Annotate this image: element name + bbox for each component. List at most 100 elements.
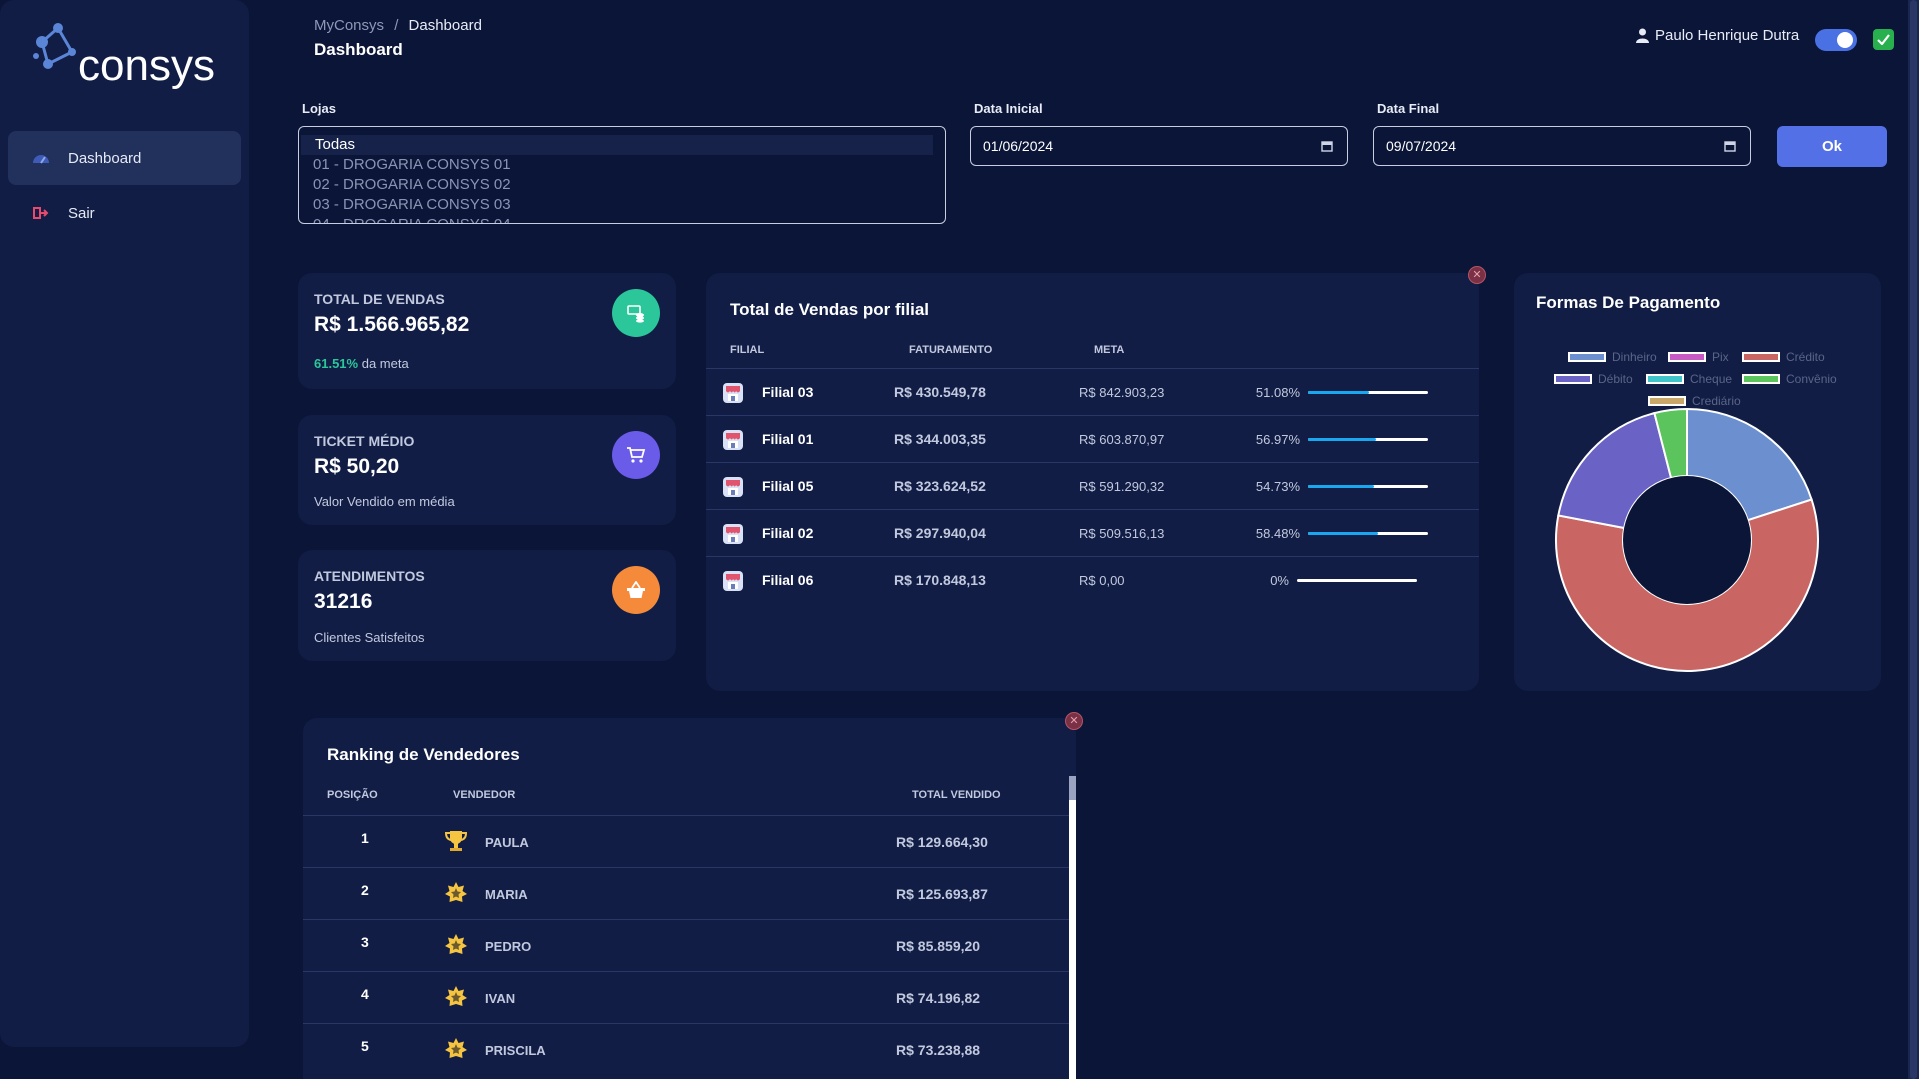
stat-subtitle: Clientes Satisfeitos [314,630,425,645]
store-icon [722,429,744,456]
vendedor-name: PRISCILA [485,1043,546,1058]
progress-percentage: 51.08% [1255,385,1300,400]
ok-button[interactable]: Ok [1777,126,1887,167]
ranking-row[interactable]: 2 MARIA R$ 125.693,87 [303,867,1069,920]
ranking-scrollbar[interactable] [1069,776,1076,1079]
vendedor-name: MARIA [485,887,528,902]
user-info[interactable]: Paulo Henrique Dutra [1636,27,1799,44]
lojas-option[interactable]: 02 - DROGARIA CONSYS 02 [299,175,945,195]
filial-name: Filial 03 [762,384,814,400]
legend-item[interactable]: Pix [1668,350,1729,364]
lojas-option[interactable]: Todas [301,135,933,155]
donut-hole [1623,476,1751,604]
col-faturamento: FATURAMENTO [909,344,993,356]
legend-swatch [1742,374,1780,384]
sidebar-item-sair[interactable]: Sair [8,186,241,240]
progress-percentage: 0% [1270,573,1289,588]
filial-row[interactable]: Filial 01 R$ 344.003,35 R$ 603.870,97 56.97… [706,415,1479,463]
legend-item[interactable]: Convênio [1742,372,1837,386]
store-icon [722,523,744,550]
calendar-icon[interactable] [1321,140,1333,152]
stat-value: R$ 1.566.965,82 [314,313,470,336]
breadcrumb: MyConsys / Dashboard [314,17,482,34]
ranking-scrollbar-thumb[interactable] [1069,776,1076,800]
close-ranking-table-button[interactable]: ✕ [1065,712,1083,730]
meta-percentage: 61.51% [314,356,359,371]
sidebar-item-label: Sair [68,204,95,222]
legend-label: Débito [1598,372,1633,386]
ranking-row[interactable]: 4 IVAN R$ 74.196,82 [303,971,1069,1024]
legend-label: Dinheiro [1612,350,1657,364]
data-final-label: Data Final [1377,101,1440,116]
filial-row[interactable]: Filial 03 R$ 430.549,78 R$ 842.903,23 51.08… [706,368,1479,416]
filial-name: Filial 01 [762,431,814,447]
data-inicial-input[interactable]: 01/06/2024 [970,126,1348,166]
legend-swatch [1742,352,1780,362]
user-icon [1636,28,1649,43]
star-medal-icon [444,881,468,910]
legend-label: Crediário [1692,394,1741,408]
progress-bar-fill [1308,391,1370,394]
stat-subtitle: Valor Vendido em média [314,494,455,509]
lojas-option[interactable]: 04 - DROGARIA CONSYS 04 [299,215,945,223]
legend-item[interactable]: Débito [1554,372,1633,386]
star-medal-icon [444,933,468,962]
breadcrumb-root[interactable]: MyConsys [314,17,384,34]
calendar-icon[interactable] [1724,140,1736,152]
progress-bar [1297,579,1417,582]
data-final-input[interactable]: 09/07/2024 [1373,126,1751,166]
legend-item[interactable]: Cheque [1646,372,1732,386]
meta-value: R$ 842.903,23 [1079,385,1165,400]
filial-row[interactable]: Filial 05 R$ 323.624,52 R$ 591.290,32 54.73… [706,462,1479,510]
page-scrollbar-thumb[interactable] [1910,0,1917,1079]
faturamento-value: R$ 344.003,35 [894,431,986,447]
progress-bar-fill [1308,438,1377,441]
ranking-position: 5 [361,1038,369,1054]
filial-row[interactable]: Filial 02 R$ 297.940,04 R$ 509.516,13 58.48… [706,509,1479,557]
sidebar-item-dashboard[interactable]: Dashboard [8,131,241,185]
lojas-option[interactable]: 03 - DROGARIA CONSYS 03 [299,195,945,215]
legend-item[interactable]: Dinheiro [1568,350,1657,364]
breadcrumb-current: Dashboard [408,17,482,34]
shopping-cart-icon [612,431,660,479]
faturamento-value: R$ 323.624,52 [894,478,986,494]
star-medal-icon [444,985,468,1014]
legend-item[interactable]: Crédito [1742,350,1825,364]
stat-subtitle: 61.51% da meta [314,356,409,371]
total-vendido-value: R$ 85.859,20 [896,938,981,954]
legend-label: Pix [1712,350,1729,364]
progress-bar [1308,485,1428,488]
meta-value: R$ 591.290,32 [1079,479,1165,494]
legend-item[interactable]: Crediário [1648,394,1741,408]
legend-swatch [1648,396,1686,406]
svg-text:consys: consys [78,41,215,90]
sidebar-item-label: Dashboard [68,149,142,167]
col-filial: FILIAL [730,344,765,356]
sidebar: consys Dashboard Sair [0,0,249,1047]
payment-donut-chart [1555,407,1819,672]
page-scrollbar[interactable] [1908,0,1919,1079]
close-filial-table-button[interactable]: ✕ [1468,266,1486,284]
legend-swatch [1646,374,1684,384]
ranking-row[interactable]: 5 PRISCILA R$ 73.238,88 [303,1023,1069,1076]
faturamento-value: R$ 170.848,13 [894,572,986,588]
shopping-basket-icon [612,566,660,614]
progress-percentage: 54.73% [1255,479,1300,494]
ranking-row[interactable]: 3 PEDRO R$ 85.859,20 [303,919,1069,972]
page-title: Dashboard [314,40,403,59]
lojas-option[interactable]: 01 - DROGARIA CONSYS 01 [299,155,945,175]
sign-out-icon [32,204,50,222]
lojas-select[interactable]: Todas 01 - DROGARIA CONSYS 01 02 - DROGA… [298,126,946,224]
total-vendido-value: R$ 73.238,88 [896,1042,981,1058]
status-checkbox[interactable] [1873,29,1894,50]
card-ticket-medio: TICKET MÉDIO R$ 50,20 Valor Vendido em m… [298,415,676,525]
col-vendedor: VENDEDOR [453,789,516,801]
filial-row[interactable]: Filial 06 R$ 170.848,13 R$ 0,00 0% [706,556,1479,604]
legend-swatch [1554,374,1592,384]
data-inicial-label: Data Inicial [974,101,1043,116]
filial-name: Filial 05 [762,478,814,494]
stat-value: R$ 50,20 [314,455,400,478]
user-name: Paulo Henrique Dutra [1655,27,1800,44]
ranking-row[interactable]: 1 PAULA R$ 129.664,30 [303,815,1069,868]
theme-toggle[interactable] [1815,29,1857,51]
